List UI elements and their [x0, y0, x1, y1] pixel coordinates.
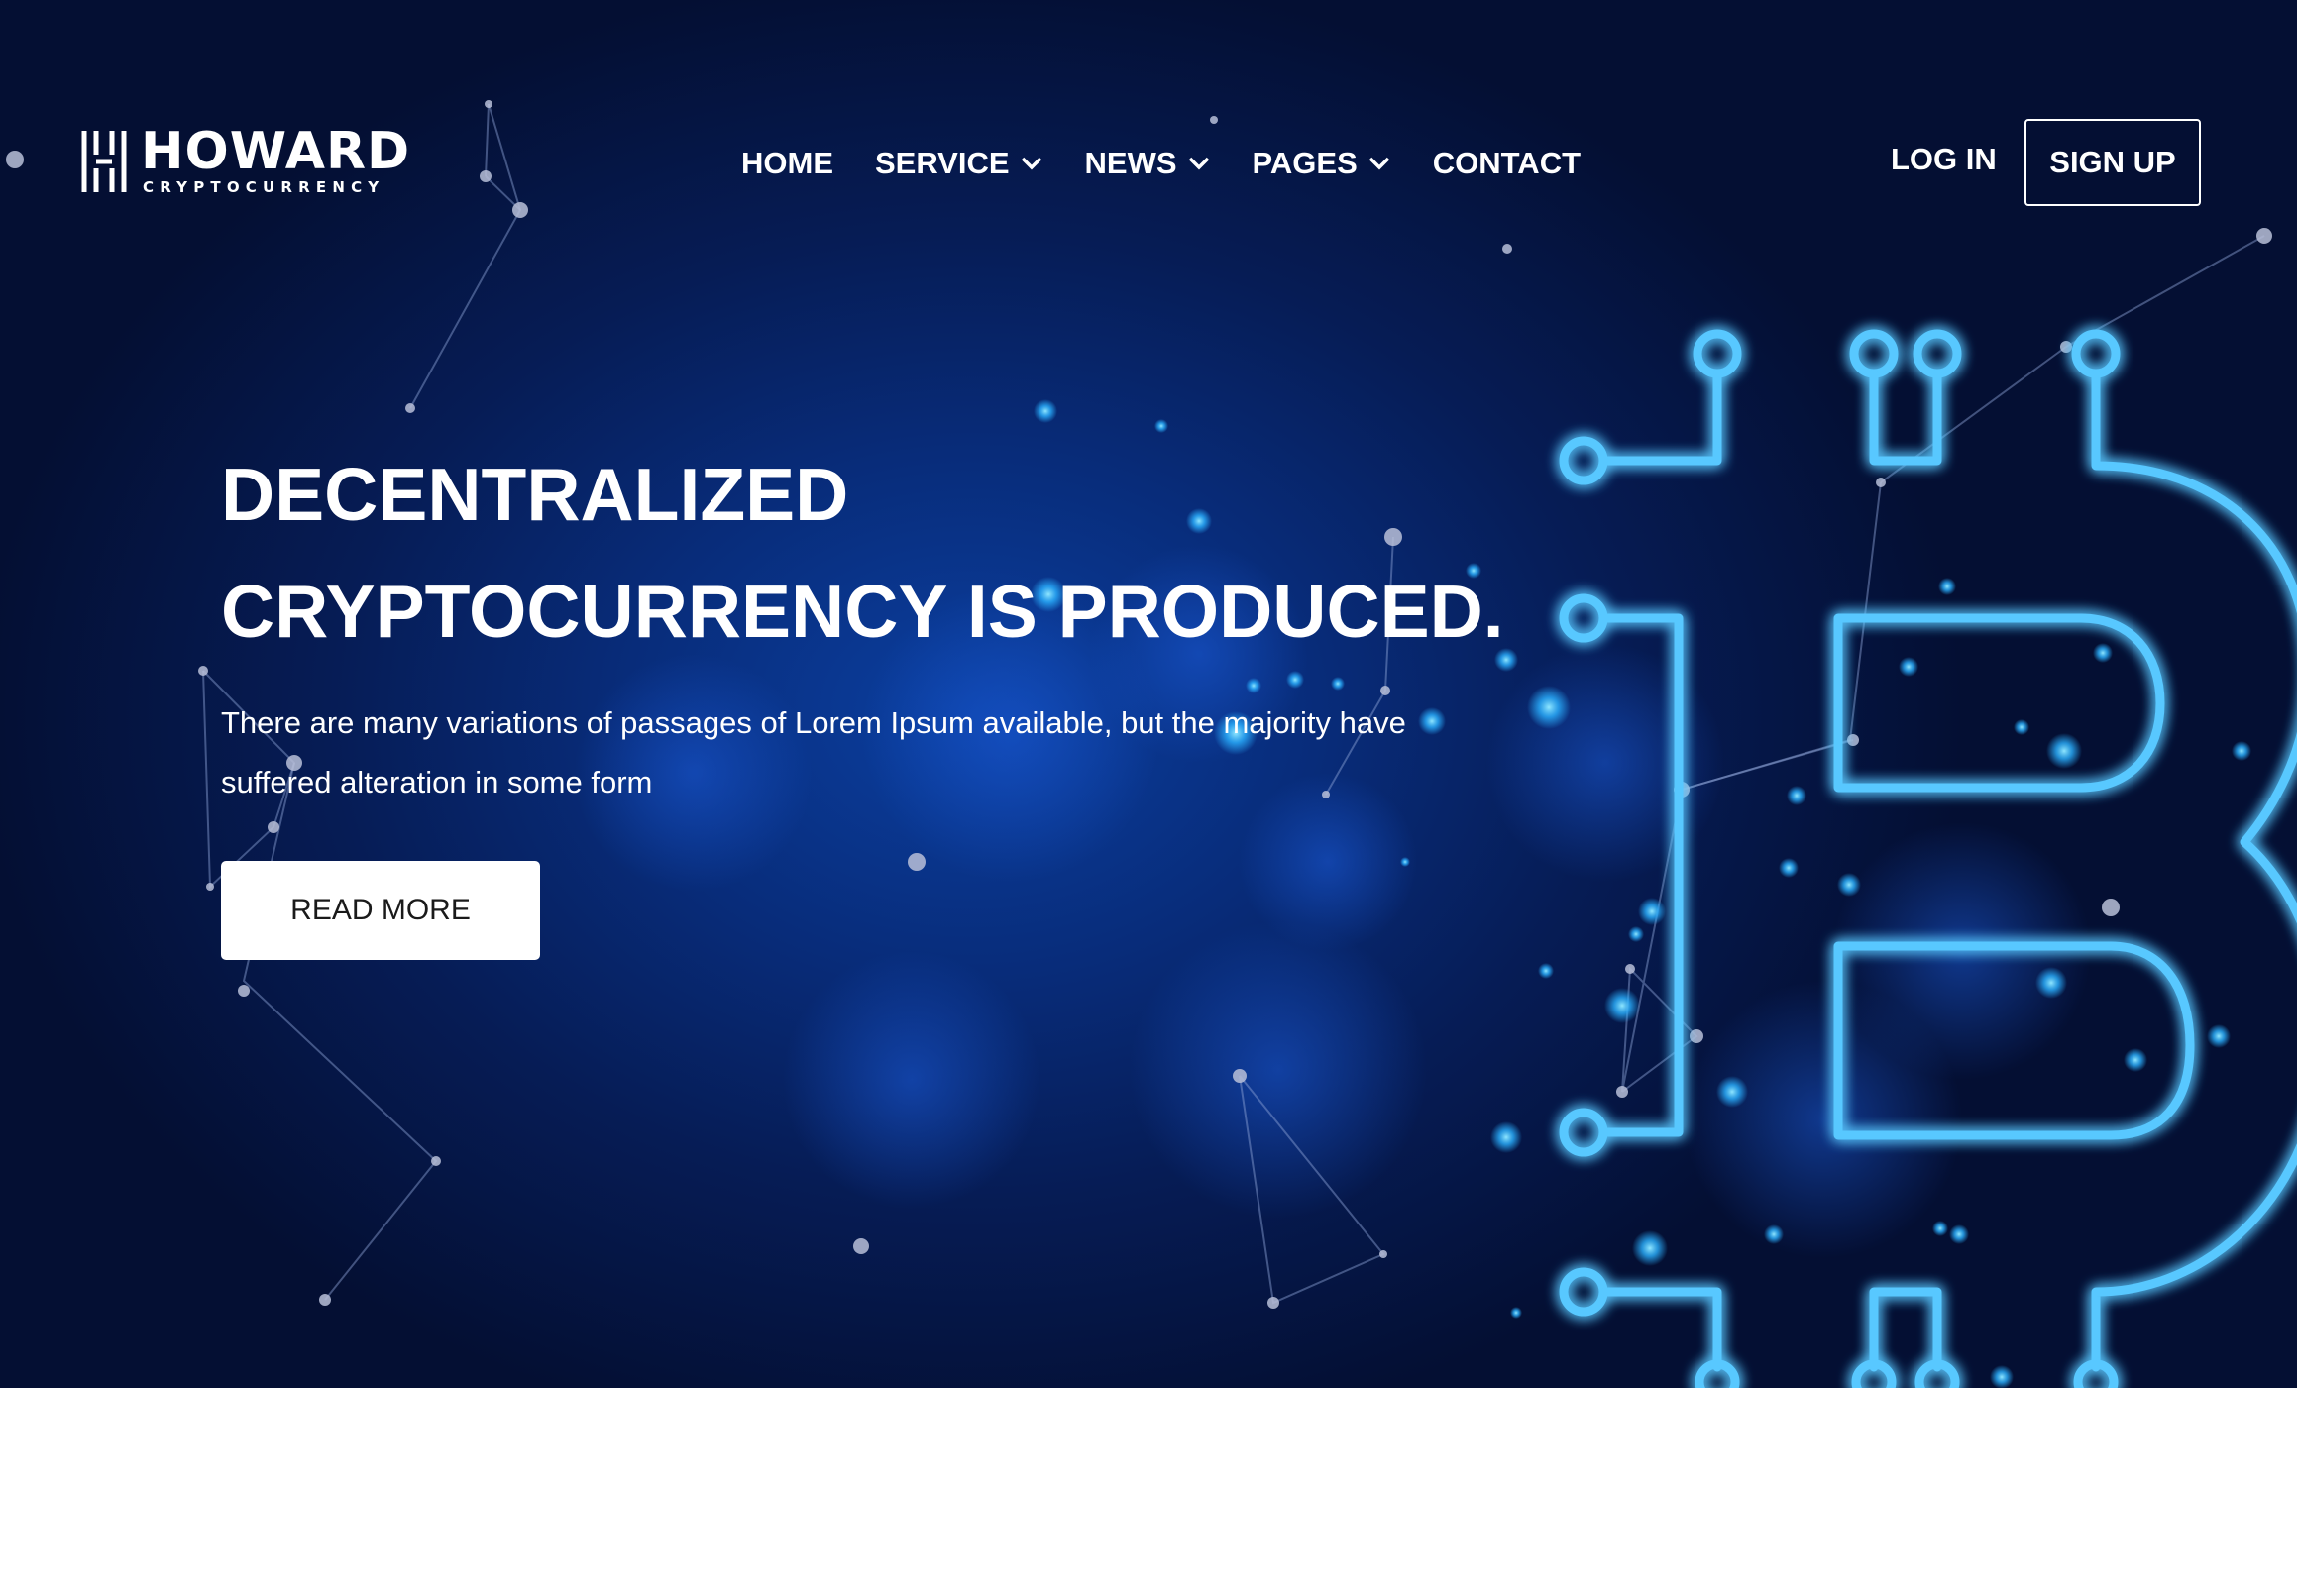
nav-item-label: PAGES	[1252, 146, 1358, 180]
nav-item-news[interactable]: NEWS	[1085, 146, 1211, 181]
brand-tagline: CRYPTOCURRENCY	[143, 178, 385, 196]
brand-name: HOWARD	[141, 122, 411, 181]
logo-text: HOWARD CRYPTOCURRENCY	[141, 122, 411, 196]
nav-item-label: NEWS	[1084, 146, 1177, 180]
signup-button[interactable]: SIGN UP	[2024, 119, 2201, 206]
nav-item-label: SERVICE	[875, 146, 1010, 180]
hero-subtext: There are many variations of passages of…	[221, 705, 1406, 799]
chevron-down-icon	[1021, 157, 1041, 170]
read-more-button[interactable]: READ MORE	[221, 861, 540, 960]
nav-item-contact[interactable]: CONTACT	[1433, 146, 1581, 181]
headline-line-2: CRYPTOCURRENCY IS PRODUCED.	[221, 570, 1504, 653]
nav-item-label: CONTACT	[1432, 146, 1582, 180]
hero-section: HOWARD CRYPTOCURRENCY HOME SERVICE NEWS …	[0, 0, 2297, 1388]
nav-item-pages[interactable]: PAGES	[1253, 146, 1391, 181]
login-link[interactable]: LOG IN	[1891, 142, 1997, 177]
nav-item-home[interactable]: HOME	[741, 146, 833, 181]
chevron-down-icon	[1368, 157, 1390, 170]
nav-item-label: HOME	[741, 146, 833, 180]
headline-line-1: DECENTRALIZED	[221, 453, 849, 536]
main-nav: HOME SERVICE NEWS PAGES CONTACT	[741, 139, 1581, 188]
chevron-down-icon	[1188, 157, 1209, 170]
hero-headline: DECENTRALIZED CRYPTOCURRENCY IS PRODUCED…	[221, 436, 1504, 670]
brand-logo[interactable]: HOWARD CRYPTOCURRENCY	[79, 122, 411, 196]
logo-h-icon	[81, 131, 127, 192]
nav-item-service[interactable]: SERVICE	[875, 146, 1043, 181]
